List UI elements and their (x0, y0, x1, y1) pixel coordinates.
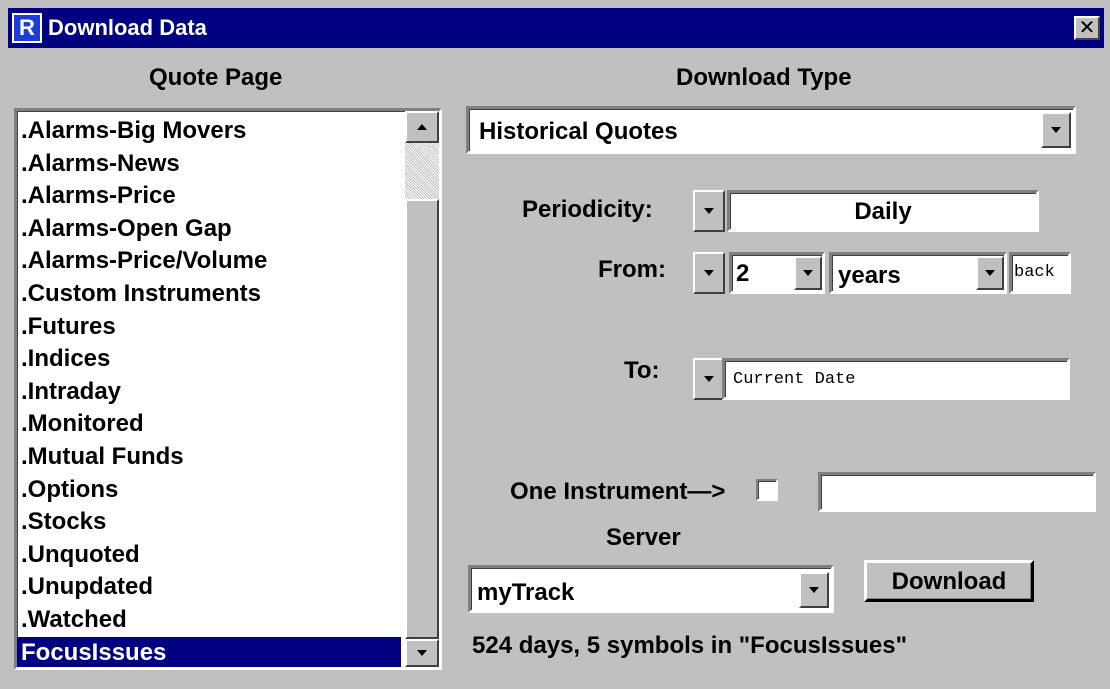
list-item[interactable]: .Futures (17, 311, 401, 344)
from-unit-dropdown-button[interactable] (976, 256, 1004, 290)
from-count-arrow-button[interactable] (794, 256, 822, 290)
download-type-dropdown-button[interactable] (1041, 112, 1071, 148)
chevron-down-icon (704, 208, 714, 214)
list-item[interactable]: .Alarms-Price/Volume (17, 245, 401, 278)
download-button-label: Download (891, 568, 1007, 595)
one-instrument-checkbox[interactable] (756, 479, 778, 501)
list-item[interactable]: .Unquoted (17, 539, 401, 572)
chevron-down-icon (704, 376, 714, 382)
list-item[interactable]: .Alarms-Price (17, 180, 401, 213)
status-text: 524 days, 5 symbols in "FocusIssues" (472, 632, 907, 659)
server-value: myTrack (477, 579, 575, 606)
to-date-field[interactable]: Current Date (722, 358, 1070, 400)
download-type-label: Download Type (676, 64, 852, 91)
periodicity-dropdown-button[interactable] (693, 190, 725, 232)
list-item[interactable]: .Watched (17, 604, 401, 637)
list-item[interactable]: .Alarms-Big Movers (17, 115, 401, 148)
from-label: From: (598, 256, 666, 283)
list-item[interactable]: .Alarms-Open Gap (17, 213, 401, 246)
close-button[interactable]: ✕ (1074, 16, 1100, 40)
download-type-value: Historical Quotes (479, 118, 678, 145)
list-item[interactable]: .Alarms-News (17, 148, 401, 181)
quote-page-list-items: .Alarms-Big Movers .Alarms-News .Alarms-Pr… (17, 115, 401, 667)
server-dropdown-button[interactable] (799, 572, 829, 608)
server-select[interactable]: myTrack (468, 565, 834, 613)
list-item[interactable]: .Intraday (17, 376, 401, 409)
title-bar[interactable]: R Download Data ✕ (8, 8, 1104, 48)
app-logo-icon: R (12, 13, 42, 43)
close-icon: ✕ (1078, 17, 1096, 39)
list-item[interactable]: .Unupdated (17, 571, 401, 604)
list-vertical-scrollbar[interactable] (405, 111, 439, 667)
window-title: Download Data (48, 15, 207, 40)
arrow-up-icon (417, 124, 427, 130)
list-item[interactable]: .Custom Instruments (17, 278, 401, 311)
from-back-text: back (1014, 263, 1055, 282)
periodicity-label: Periodicity: (522, 196, 653, 223)
scroll-up-button[interactable] (405, 111, 439, 143)
list-item[interactable]: FocusIssues (17, 636, 401, 667)
download-data-window: R Download Data ✕ Quote Page .Alarms-Big… (0, 0, 1110, 689)
chevron-down-icon (704, 270, 714, 276)
list-item[interactable]: .Monitored (17, 408, 401, 441)
quote-page-list[interactable]: .Alarms-Big Movers .Alarms-News .Alarms-Pr… (14, 108, 442, 670)
list-item[interactable]: .Mutual Funds (17, 441, 401, 474)
to-dropdown-button[interactable] (693, 358, 725, 400)
quote-page-label: Quote Page (149, 64, 283, 91)
from-unit-value: years (838, 262, 901, 289)
download-type-select[interactable]: Historical Quotes (466, 106, 1076, 154)
chevron-down-icon (1051, 127, 1061, 133)
server-label: Server (606, 524, 681, 551)
from-unit-select[interactable]: years (829, 252, 1007, 294)
from-count-value: 2 (736, 260, 750, 287)
chevron-down-icon (985, 270, 995, 276)
scroll-thumb[interactable] (405, 199, 439, 639)
one-instrument-input[interactable] (818, 472, 1096, 512)
scroll-down-button[interactable] (405, 639, 439, 667)
one-instrument-label: One Instrument—> (510, 478, 726, 505)
list-item[interactable]: .Stocks (17, 506, 401, 539)
list-item[interactable]: .Options (17, 474, 401, 507)
from-back-field: back (1009, 252, 1071, 294)
periodicity-field[interactable]: Daily (727, 190, 1039, 232)
to-date-value: Current Date (733, 370, 856, 389)
from-count-select[interactable]: 2 (729, 252, 825, 294)
periodicity-value: Daily (854, 198, 912, 225)
download-button[interactable]: Download (864, 560, 1034, 602)
to-label: To: (624, 357, 660, 384)
chevron-down-icon (809, 587, 819, 593)
from-count-dropdown-button[interactable] (693, 252, 725, 294)
list-item[interactable]: .Indices (17, 343, 401, 376)
arrow-down-icon (417, 650, 427, 656)
chevron-down-icon (803, 270, 813, 276)
